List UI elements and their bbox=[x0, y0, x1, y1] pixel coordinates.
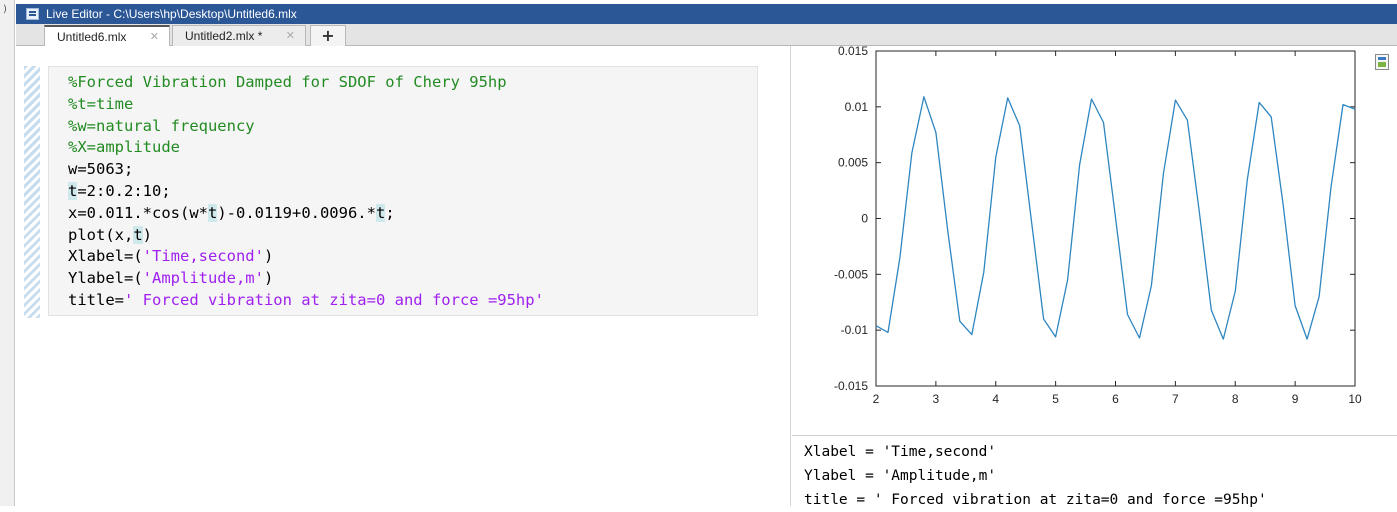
output-ylabel: Ylabel = 'Amplitude,m' bbox=[804, 468, 997, 484]
code-token: ) bbox=[263, 269, 274, 288]
code-token: ) bbox=[142, 225, 153, 244]
tab-untitled6[interactable]: Untitled6.mlx ✕ bbox=[44, 25, 170, 46]
code-string: ' Forced vibration at zita=0 and force =… bbox=[124, 290, 544, 309]
code-string: 'Time,second' bbox=[142, 247, 264, 266]
x-tick-label: 5 bbox=[1052, 392, 1059, 406]
code-token: title= bbox=[68, 290, 124, 309]
y-tick-label: 0.01 bbox=[845, 100, 869, 114]
output-xlabel: Xlabel = 'Time,second' bbox=[804, 444, 997, 460]
code-token: ; bbox=[385, 203, 395, 222]
variable-highlight: t bbox=[68, 181, 78, 200]
code-line[interactable]: Ylabel=('Amplitude,m') bbox=[68, 268, 757, 290]
output-divider[interactable] bbox=[790, 46, 791, 506]
y-tick-label: 0.005 bbox=[838, 156, 868, 170]
code-token: =2:0.2:10; bbox=[77, 181, 171, 200]
output-title: title = ' Forced vibration at zita=0 and… bbox=[804, 492, 1267, 508]
code-line[interactable]: %w=natural frequency bbox=[68, 116, 757, 138]
figure-output[interactable]: 2 3 4 5 6 7 8 9 10 0.015 0.01 0.005 0 -0.005 -0.01 -0.0… bbox=[792, 46, 1397, 436]
code-line[interactable]: Xlabel=('Time,second') bbox=[68, 246, 757, 268]
code-line[interactable]: %X=amplitude bbox=[68, 137, 757, 159]
close-icon[interactable]: ✕ bbox=[150, 27, 159, 47]
tab-untitled2[interactable]: Untitled2.mlx * ✕ bbox=[172, 25, 306, 46]
code-token: x=0.011.*cos(w* bbox=[68, 203, 208, 222]
x-tick-label: 2 bbox=[873, 392, 880, 406]
section-run-bar[interactable] bbox=[24, 66, 40, 318]
code-token: )-0.0119+0.0096.* bbox=[217, 203, 376, 222]
tab-bar: Untitled6.mlx ✕ Untitled2.mlx * ✕ + bbox=[16, 24, 1397, 46]
code-token: ) bbox=[263, 247, 274, 266]
live-editor-icon bbox=[26, 8, 39, 20]
variable-highlight: t bbox=[375, 203, 386, 222]
x-tick-label: 4 bbox=[992, 392, 999, 406]
code-line[interactable]: x=0.011.*cos(w*t)-0.0119+0.0096.*t; bbox=[68, 203, 757, 225]
code-string: 'Amplitude,m' bbox=[142, 269, 264, 288]
code-token: Xlabel=( bbox=[68, 247, 143, 266]
line-chart: 2 3 4 5 6 7 8 9 10 0.015 0.01 0.005 0 -0.005 -0.01 -0.0… bbox=[834, 46, 1362, 406]
add-tab-button[interactable]: + bbox=[310, 25, 346, 46]
variable-highlight: t bbox=[207, 203, 218, 222]
window-titlebar: Live Editor - C:\Users\hp\Desktop\Untitl… bbox=[16, 4, 1397, 24]
y-tick-label: 0.015 bbox=[838, 46, 868, 58]
x-tick-label: 6 bbox=[1112, 392, 1119, 406]
close-icon[interactable]: ✕ bbox=[286, 26, 295, 46]
x-tick-label: 10 bbox=[1348, 392, 1362, 406]
expand-chevron-icon[interactable]: ) bbox=[3, 4, 7, 15]
y-tick-label: -0.01 bbox=[841, 323, 869, 337]
command-output: Xlabel = 'Time,second' Ylabel = 'Amplitu… bbox=[804, 440, 1267, 512]
x-tick-label: 9 bbox=[1292, 392, 1299, 406]
code-token: plot(x, bbox=[68, 225, 134, 244]
code-line[interactable]: w=5063; bbox=[68, 159, 757, 181]
code-token: Ylabel=( bbox=[68, 269, 143, 288]
y-tick-label: -0.005 bbox=[834, 267, 868, 281]
code-editor[interactable]: %Forced Vibration Damped for SDOF of Che… bbox=[48, 66, 758, 316]
left-panel-strip[interactable]: ) bbox=[0, 0, 15, 506]
code-line[interactable]: t=2:0.2:10; bbox=[68, 181, 757, 203]
code-line[interactable]: plot(x,t) bbox=[68, 225, 757, 247]
x-tick-label: 7 bbox=[1172, 392, 1179, 406]
x-tick-label: 3 bbox=[933, 392, 940, 406]
code-line[interactable]: title=' Forced vibration at zita=0 and f… bbox=[68, 290, 757, 312]
x-tick-label: 8 bbox=[1232, 392, 1239, 406]
code-line[interactable]: %t=time bbox=[68, 94, 757, 116]
code-line[interactable]: %Forced Vibration Damped for SDOF of Che… bbox=[68, 72, 757, 94]
tab-label: Untitled6.mlx bbox=[57, 30, 127, 44]
window-title: Live Editor - C:\Users\hp\Desktop\Untitl… bbox=[46, 7, 297, 21]
variable-highlight: t bbox=[133, 225, 143, 244]
y-tick-label: 0 bbox=[861, 212, 868, 226]
y-tick-label: -0.015 bbox=[834, 379, 868, 393]
tab-label: Untitled2.mlx * bbox=[185, 29, 263, 43]
